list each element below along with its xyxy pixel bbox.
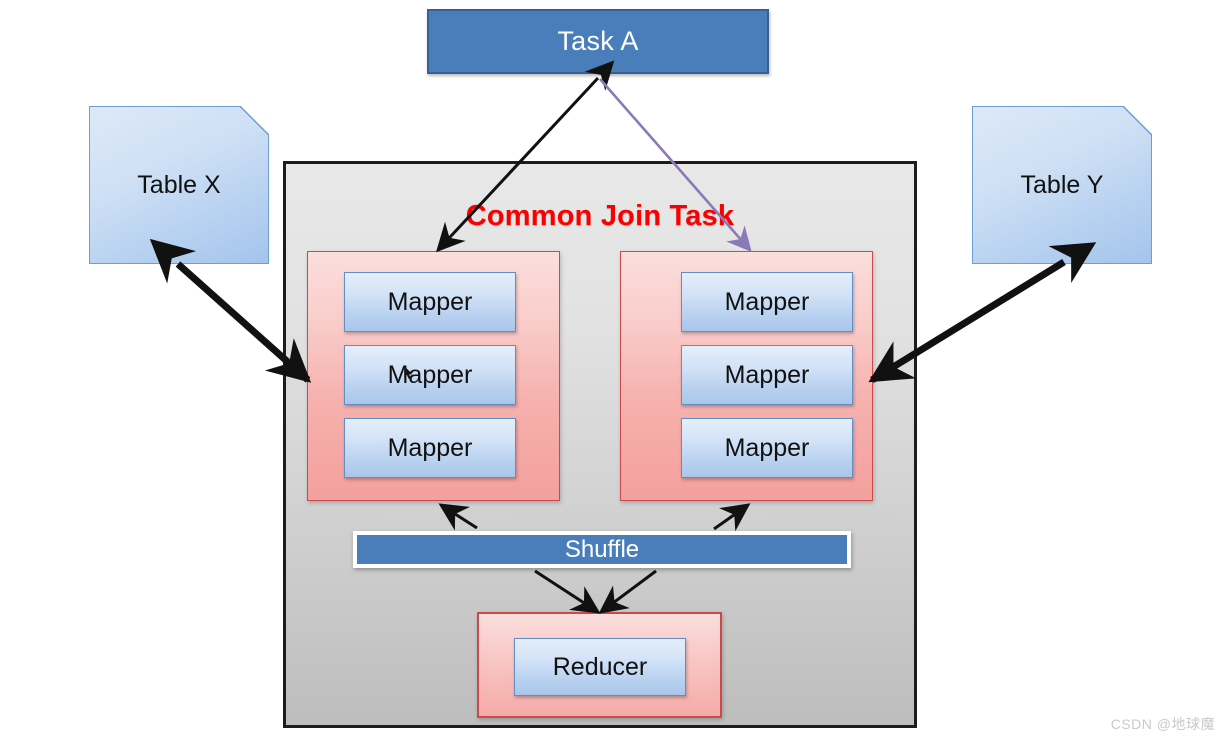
mapper-box[interactable]: Mapper bbox=[681, 418, 853, 478]
mapper-box[interactable]: Mapper bbox=[344, 272, 516, 332]
mapper-label: Mapper bbox=[724, 433, 810, 462]
mapper-group-left: Mapper Mapper Mapper bbox=[307, 251, 560, 501]
reducer-label: Reducer bbox=[552, 652, 648, 681]
folded-corner-icon bbox=[1122, 106, 1152, 136]
mapper-label: Mapper bbox=[724, 360, 810, 389]
table-y-shape[interactable]: Table Y bbox=[972, 106, 1152, 264]
table-x-label: Table X bbox=[137, 170, 221, 199]
mapper-label: Mapper bbox=[387, 287, 473, 316]
mapper-label: Mapper bbox=[387, 360, 473, 389]
mapper-label: Mapper bbox=[724, 287, 810, 316]
table-y-label: Table Y bbox=[1020, 170, 1104, 199]
mapper-box[interactable]: Mapper bbox=[681, 345, 853, 405]
shuffle-bar[interactable]: Shuffle bbox=[353, 531, 851, 568]
reducer-group: Reducer bbox=[477, 612, 722, 718]
reducer-box[interactable]: Reducer bbox=[514, 638, 686, 696]
task-a-label: Task A bbox=[557, 26, 639, 56]
shuffle-label: Shuffle bbox=[564, 535, 640, 563]
mapper-box[interactable]: Mapper bbox=[681, 272, 853, 332]
diagram-canvas: Task A Table X Table Y Common Join Task … bbox=[0, 0, 1227, 740]
watermark-text: CSDN @地球魔 bbox=[1110, 716, 1215, 732]
task-a-box[interactable]: Task A bbox=[427, 9, 769, 74]
mapper-group-right: Mapper Mapper Mapper bbox=[620, 251, 873, 501]
mapper-box[interactable]: Mapper bbox=[344, 418, 516, 478]
mapper-box[interactable]: Mapper bbox=[344, 345, 516, 405]
common-join-task-title: Common Join Task bbox=[465, 200, 735, 232]
folded-corner-icon bbox=[239, 106, 269, 136]
mapper-label: Mapper bbox=[387, 433, 473, 462]
table-x-shape[interactable]: Table X bbox=[89, 106, 269, 264]
